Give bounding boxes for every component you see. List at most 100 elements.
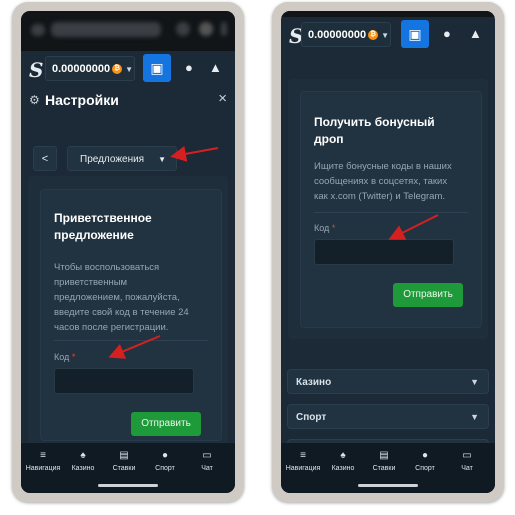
desc-line: часов после регистрации.	[54, 322, 169, 333]
code-label-text: Код	[314, 223, 330, 233]
blurred-browser-bar	[21, 11, 235, 51]
balance-value: 0.00000000	[52, 63, 111, 75]
wallet-icon: ▣	[150, 60, 164, 76]
balance-selector[interactable]: 0.00000000 ₿ ▼	[45, 56, 135, 81]
chat-icon: ▭	[462, 450, 472, 461]
screen-right: S 0.00000000 ₿ ▼ ▣ ● ▲ Получить бонусный д…	[281, 11, 495, 493]
dropdown-label: Предложения	[80, 154, 145, 165]
gear-icon: ⚙	[29, 93, 40, 107]
card-title-line: Приветственное	[54, 211, 152, 225]
settings-header: ⚙ Настройки ×	[21, 86, 235, 116]
casino-icon: ♠	[340, 450, 346, 461]
code-label: Код *	[314, 223, 335, 233]
bell-icon[interactable]: ▲	[469, 26, 482, 41]
nav-item-sport[interactable]: ● Спорт	[403, 449, 447, 474]
screen-left: S 0.00000000 ₿ ▼ ▣ ● ▲ ⚙ Настройки × < Пре…	[21, 11, 235, 493]
wallet-icon: ▣	[408, 26, 422, 42]
card-title-line: Получить бонусный	[314, 115, 435, 129]
desc-line: сообщениях в соцсетях, таких	[314, 176, 448, 187]
user-icon[interactable]: ●	[185, 60, 193, 75]
nav-item-bets[interactable]: ▤ Ставки	[362, 449, 406, 474]
user-icon[interactable]: ●	[443, 26, 451, 41]
back-button[interactable]: <	[33, 146, 57, 171]
divider	[54, 340, 208, 341]
bonus-drop-card: Получить бонусный дроп Ищите бонусные ко…	[300, 91, 482, 328]
close-icon[interactable]: ×	[218, 90, 227, 107]
nav-label: Казино	[331, 465, 355, 472]
code-input[interactable]	[314, 239, 454, 265]
chat-icon: ▭	[202, 450, 212, 461]
page-title: Настройки	[45, 92, 119, 108]
accordion-sport[interactable]: Спорт ▼	[287, 404, 489, 429]
card-description: Ищите бонусные коды в наших сообщениях в…	[314, 159, 479, 204]
chevron-down-icon: ▼	[470, 412, 479, 422]
stake-logo-icon: S	[29, 58, 44, 82]
card-title: Получить бонусный дроп	[314, 114, 435, 148]
nav-label: Ставки	[372, 465, 396, 472]
desc-line: как x.com (Twitter) и Telegram.	[314, 191, 446, 202]
nav-label: Чат	[201, 465, 213, 472]
desc-line: введите свой код в течение 24	[54, 307, 189, 318]
chevron-left-icon: <	[41, 153, 49, 165]
welcome-offer-card: Приветственное предложение Чтобы восполь…	[40, 189, 222, 441]
code-label-text: Код	[54, 352, 70, 362]
nav-item-sport[interactable]: ● Спорт	[143, 449, 187, 474]
card-title-line: предложение	[54, 228, 134, 242]
phone-frame-right: S 0.00000000 ₿ ▼ ▣ ● ▲ Получить бонусный д…	[272, 2, 504, 502]
chevron-down-icon: ▼	[381, 31, 390, 40]
chevron-down-icon: ▼	[125, 65, 134, 74]
bitcoin-icon: ₿	[368, 30, 379, 41]
bitcoin-icon: ₿	[112, 64, 123, 75]
card-title-line: дроп	[314, 132, 344, 146]
nav-item-navigation[interactable]: ≡ Навигация	[21, 449, 65, 474]
balance-value: 0.00000000	[308, 29, 367, 41]
code-label: Код *	[54, 352, 75, 362]
required-mark: *	[71, 352, 76, 362]
home-indicator	[98, 484, 158, 487]
nav-label: Казино	[71, 465, 95, 472]
casino-icon: ♠	[80, 450, 86, 461]
top-bar: S 0.00000000 ₿ ▼ ▣ ● ▲	[21, 53, 235, 85]
bottom-nav: ≡ Навигация ♠ Казино ▤ Ставки ● Спорт ▭ Чат	[21, 443, 235, 493]
ball-icon: ●	[421, 450, 429, 461]
submit-button[interactable]: Отправить	[393, 283, 463, 307]
submit-button[interactable]: Отправить	[131, 412, 201, 436]
nav-item-casino[interactable]: ♠ Казино	[321, 449, 365, 474]
bottom-nav: ≡ Навигация ♠ Казино ▤ Ставки ● Спорт ▭ Чат	[281, 443, 495, 493]
chevron-down-icon: ▼	[470, 377, 479, 387]
nav-label: Навигация	[25, 465, 61, 472]
nav-item-casino[interactable]: ♠ Казино	[61, 449, 105, 474]
accordion-casino[interactable]: Казино ▼	[287, 369, 489, 394]
status-strip	[281, 11, 495, 17]
card-description: Чтобы воспользоваться приветственным пре…	[54, 260, 214, 335]
home-indicator	[358, 484, 418, 487]
bets-icon: ▤	[379, 450, 389, 461]
nav-label: Ставки	[112, 465, 136, 472]
bell-icon[interactable]: ▲	[209, 60, 222, 75]
divider	[314, 212, 468, 213]
nav-label: Чат	[461, 465, 473, 472]
bets-icon: ▤	[119, 450, 129, 461]
balance-selector[interactable]: 0.00000000 ₿ ▼	[301, 22, 391, 47]
required-mark: *	[331, 223, 336, 233]
wallet-button[interactable]: ▣	[143, 54, 171, 82]
section-dropdown[interactable]: Предложения ▼	[67, 146, 177, 171]
desc-line: приветственным	[54, 277, 128, 288]
nav-item-navigation[interactable]: ≡ Навигация	[281, 449, 325, 474]
desc-line: Чтобы воспользоваться	[54, 262, 160, 273]
card-title: Приветственное предложение	[54, 210, 152, 244]
ball-icon: ●	[161, 450, 169, 461]
desc-line: Ищите бонусные коды в наших	[314, 161, 452, 172]
nav-item-chat[interactable]: ▭ Чат	[185, 449, 229, 474]
nav-label: Навигация	[285, 465, 321, 472]
wallet-button[interactable]: ▣	[401, 20, 429, 48]
top-bar: S 0.00000000 ₿ ▼ ▣ ● ▲	[281, 19, 495, 51]
nav-item-chat[interactable]: ▭ Чат	[445, 449, 489, 474]
nav-item-bets[interactable]: ▤ Ставки	[102, 449, 146, 474]
menu-icon: ≡	[300, 450, 306, 461]
nav-label: Спорт	[415, 465, 435, 472]
code-input[interactable]	[54, 368, 194, 394]
nav-label: Спорт	[155, 465, 175, 472]
chevron-down-icon: ▼	[158, 155, 166, 164]
accordion-label: Спорт	[296, 412, 327, 423]
